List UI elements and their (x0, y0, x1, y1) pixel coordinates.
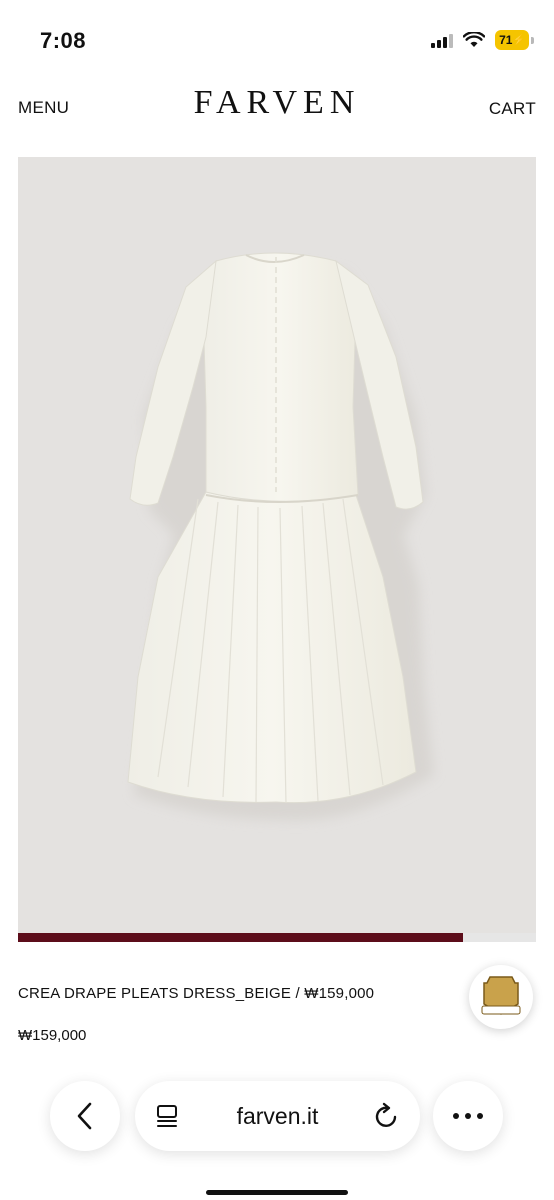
cart-button[interactable]: CART (489, 99, 536, 119)
home-indicator (206, 1190, 348, 1195)
status-icons: 71 ⚡ (431, 30, 534, 50)
product-price: ₩159,000 (18, 1027, 87, 1044)
farven-badge-button[interactable] (469, 965, 533, 1029)
reload-icon[interactable] (374, 1102, 400, 1130)
battery-level: 71 (499, 33, 513, 47)
status-time: 7:08 (40, 28, 87, 53)
product-title: CREA DRAPE PLEATS DRESS_BEIGE / ₩159,000 (18, 985, 375, 1002)
farven-logo-icon (481, 976, 521, 1015)
address-bar[interactable]: farven.it (135, 1081, 420, 1151)
battery-icon: 71 ⚡ (495, 30, 529, 50)
site-logo[interactable]: FARVEN (0, 84, 554, 122)
gallery-progress (18, 933, 536, 942)
status-bar: 7:08 71 ⚡ (0, 0, 554, 80)
browser-toolbar: farven.it (0, 1060, 554, 1200)
site-header: MENU FARVEN CART (0, 80, 554, 140)
back-button[interactable] (50, 1081, 120, 1151)
product-image[interactable] (18, 157, 536, 934)
dress-illustration (127, 252, 434, 821)
signal-icon (431, 32, 453, 48)
wifi-icon (463, 32, 485, 47)
more-icon (453, 1113, 483, 1119)
more-button[interactable] (433, 1081, 503, 1151)
battery-nub (531, 36, 534, 44)
back-icon (77, 1102, 92, 1130)
gallery-progress-fill (18, 933, 464, 942)
